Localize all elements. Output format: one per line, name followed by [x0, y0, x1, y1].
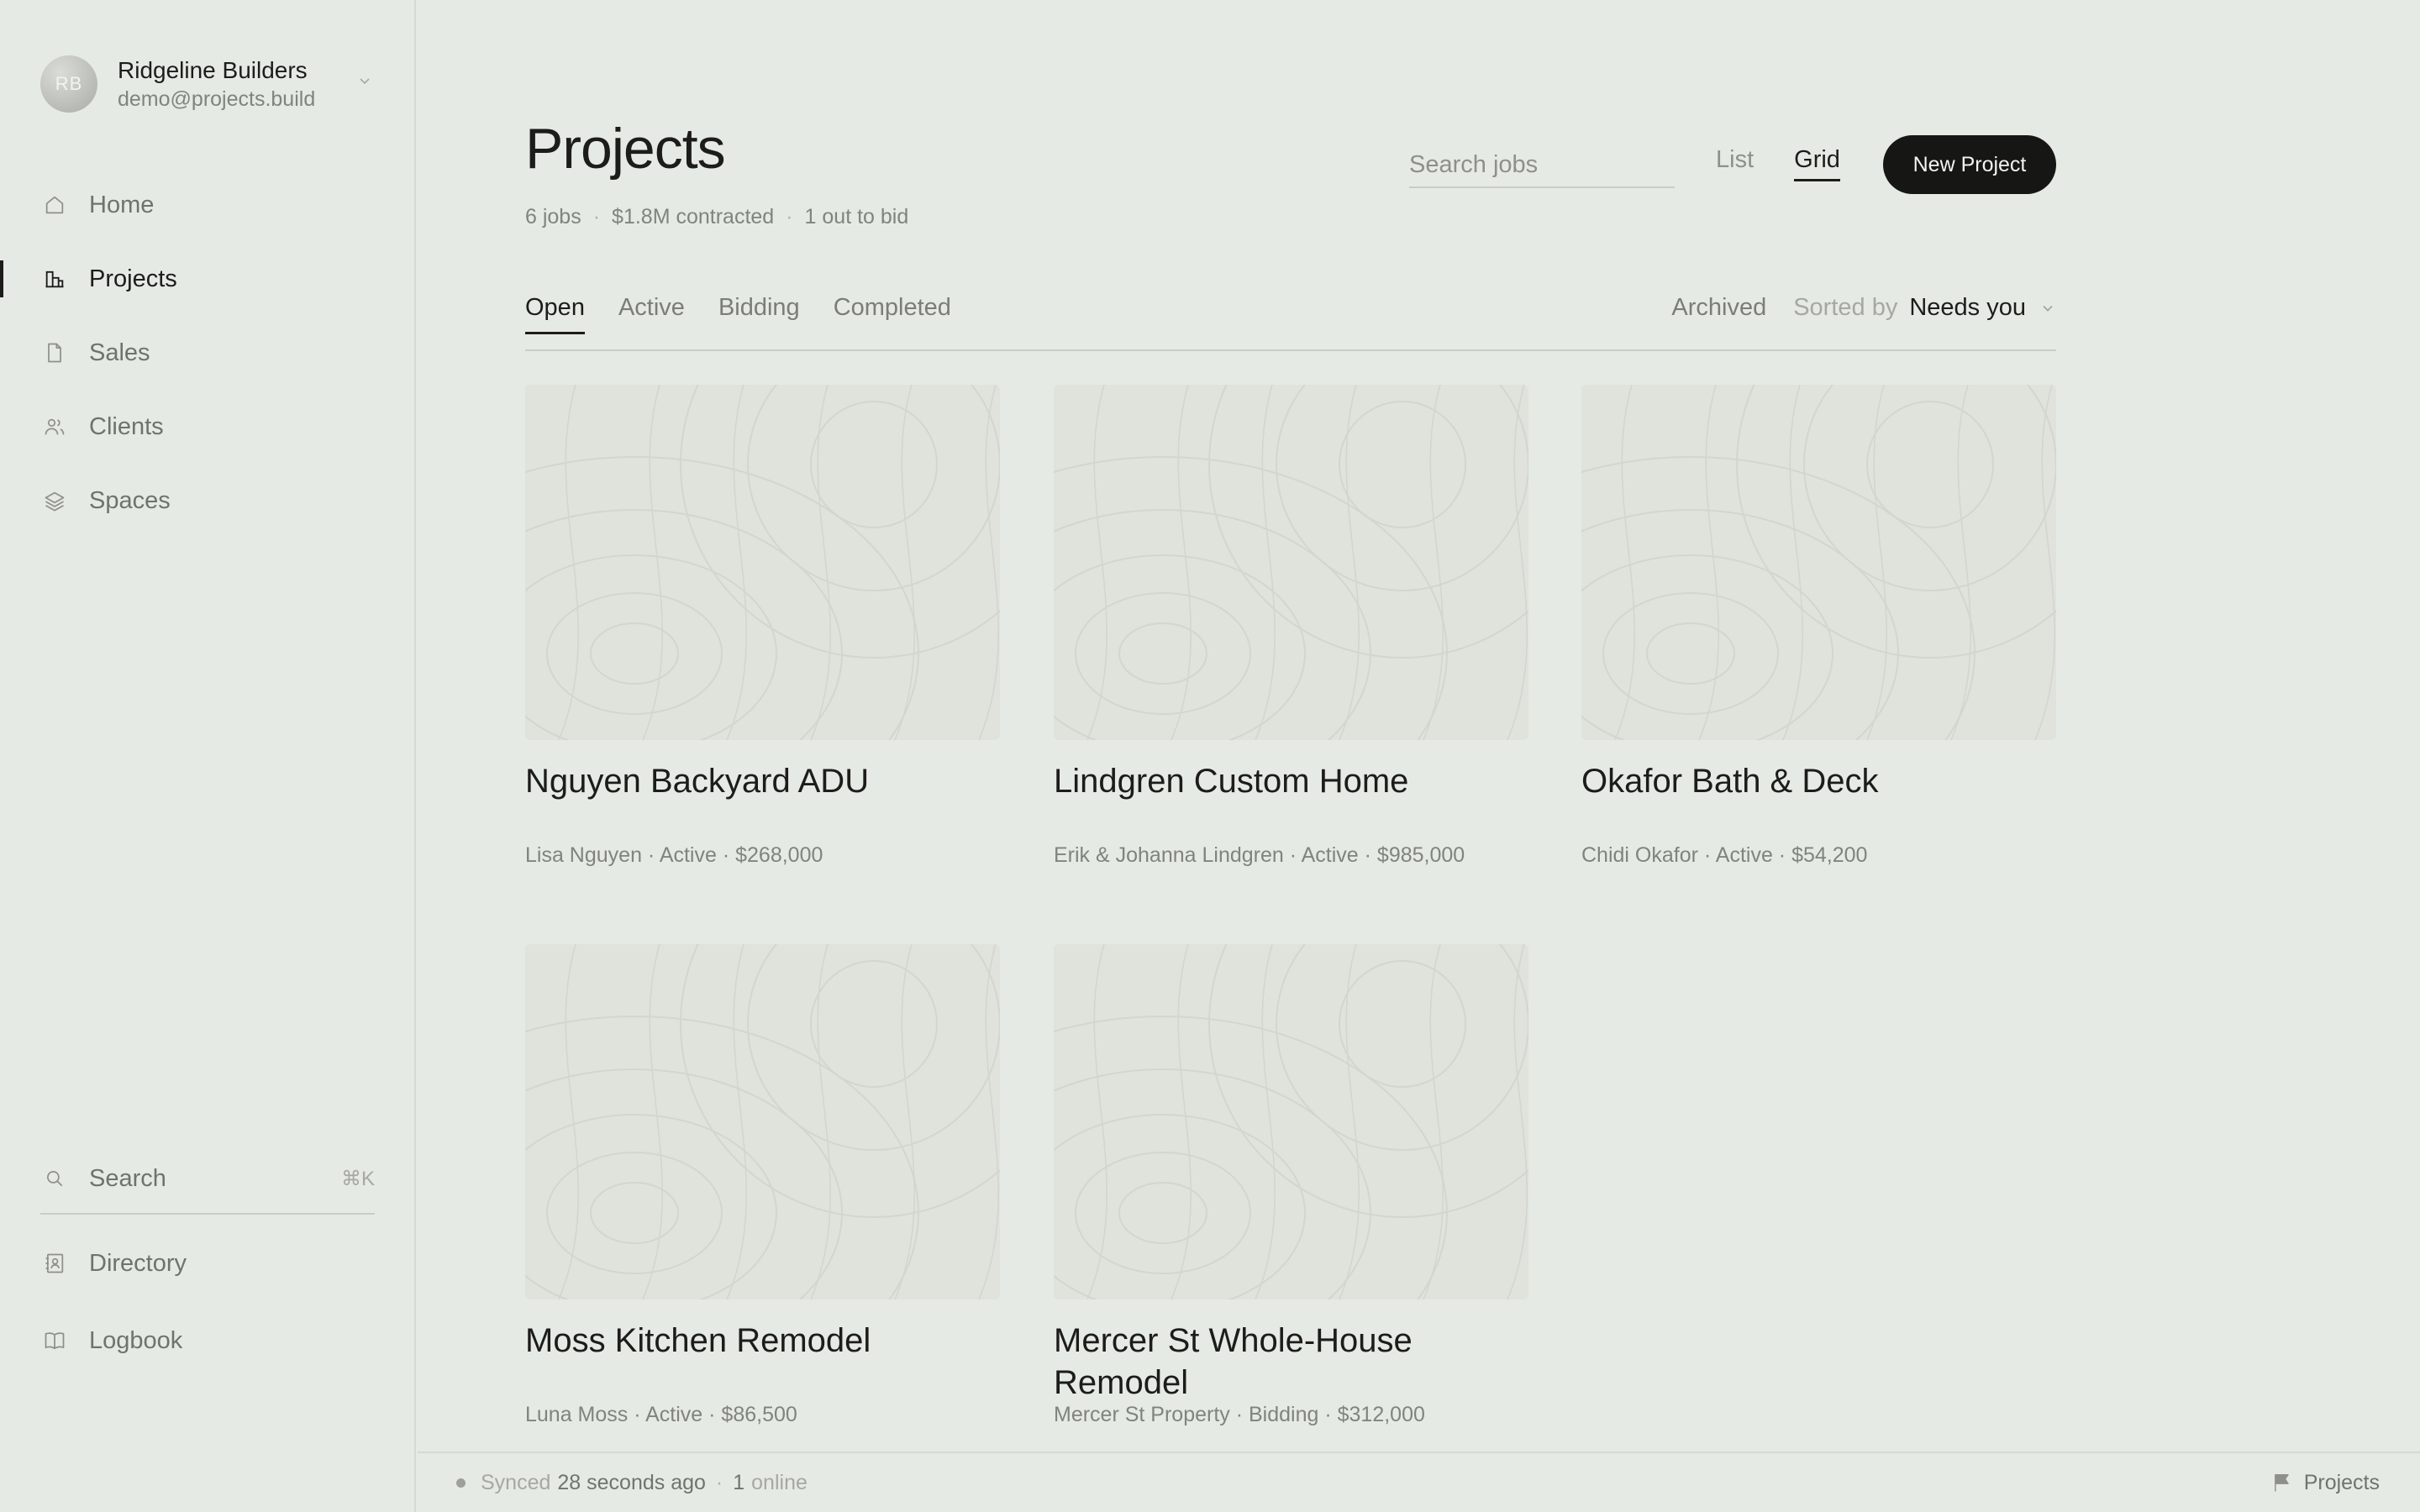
status-context[interactable]: Projects	[2270, 1471, 2380, 1495]
separator: ·	[786, 205, 793, 228]
home-icon	[42, 192, 67, 218]
account-info: Ridgeline Builders demo@projects.build	[118, 55, 315, 113]
account-email: demo@projects.build	[118, 87, 316, 111]
sidebar-item-projects[interactable]: Projects	[0, 242, 416, 316]
sidebar-item-label: Logbook	[89, 1326, 183, 1354]
sync-status-dot	[456, 1478, 466, 1488]
project-title: Okafor Bath & Deck	[1581, 763, 1879, 800]
project-meta: Erik & Johanna Lindgren · Active · $985,…	[1054, 843, 1465, 867]
summary-bid: 1 out to bid	[804, 205, 909, 228]
status-context-label: Projects	[2303, 1470, 2380, 1494]
project-title: Lindgren Custom Home	[1054, 763, 1409, 800]
tab-active[interactable]: Active	[618, 294, 685, 334]
contour-pattern	[525, 944, 1000, 1299]
sidebar-item-label: Clients	[89, 412, 164, 440]
page-title: Projects	[525, 117, 726, 181]
contour-pattern	[525, 385, 1000, 740]
archived-link[interactable]: Archived	[1671, 294, 1766, 322]
sidebar-item-home[interactable]: Home	[0, 168, 416, 242]
sidebar-search[interactable]: Search ⌘K	[40, 1144, 375, 1215]
separator: ·	[592, 205, 601, 228]
project-meta: Chidi Okafor · Active · $54,200	[1581, 843, 1868, 867]
sidebar-item-label: Spaces	[89, 486, 171, 514]
project-thumbnail	[1581, 385, 2056, 740]
project-thumbnail	[1054, 385, 1528, 740]
flag-icon	[2270, 1471, 2294, 1494]
tab-open[interactable]: Open	[525, 294, 585, 334]
main-content: Projects 6 jobs · $1.8M contracted · 1 o…	[418, 0, 2420, 1452]
search-icon	[42, 1166, 67, 1191]
online-label: online	[751, 1470, 808, 1494]
project-meta: Luna Moss · Active · $86,500	[525, 1403, 797, 1426]
separator: ·	[715, 1470, 723, 1494]
project-thumbnail	[525, 944, 1000, 1299]
sort-controls: Archived Sorted by Needs you	[1671, 294, 2056, 322]
view-list[interactable]: List	[1716, 146, 1754, 181]
project-thumbnail	[525, 385, 1000, 740]
people-icon	[42, 414, 67, 439]
project-card[interactable]: Moss Kitchen Remodel Luna Moss · Active …	[525, 944, 1000, 1426]
project-title: Mercer St Whole-House Remodel	[1054, 1322, 1413, 1401]
sort-value: Needs you	[1909, 294, 2026, 321]
sidebar: RB Ridgeline Builders demo@projects.buil…	[0, 0, 416, 1512]
project-title: Nguyen Backyard ADU	[525, 763, 870, 800]
search-shortcut: ⌘K	[340, 1167, 375, 1190]
sorted-by-label: Sorted by	[1793, 294, 1898, 321]
sidebar-item-directory[interactable]: Directory	[0, 1225, 416, 1302]
contour-pattern	[1054, 385, 1528, 740]
contour-pattern	[1054, 944, 1528, 1299]
main-nav: Home Projects Sales Clients Spaces	[0, 168, 416, 538]
layers-icon	[42, 488, 67, 513]
project-meta: Lisa Nguyen · Active · $268,000	[525, 843, 823, 867]
view-grid[interactable]: Grid	[1794, 146, 1840, 181]
sort-dropdown[interactable]: Needs you	[1909, 294, 2056, 322]
projects-icon	[42, 266, 67, 291]
sidebar-item-label: Home	[89, 191, 155, 218]
search-jobs-field[interactable]	[1409, 143, 1675, 188]
sidebar-item-logbook[interactable]: Logbook	[0, 1302, 416, 1379]
chevron-down-icon	[2039, 300, 2056, 317]
sidebar-item-spaces[interactable]: Spaces	[0, 464, 416, 538]
project-summary: 6 jobs · $1.8M contracted · 1 out to bid	[525, 205, 908, 229]
summary-contracted: $1.8M contracted	[612, 205, 775, 228]
tab-completed[interactable]: Completed	[834, 294, 951, 334]
sidebar-item-label: Projects	[89, 265, 177, 292]
tab-bidding[interactable]: Bidding	[718, 294, 800, 334]
project-card[interactable]: Okafor Bath & Deck Chidi Okafor · Active…	[1581, 385, 2056, 867]
chevron-down-icon[interactable]	[353, 69, 376, 92]
document-icon	[42, 340, 67, 365]
account-name: Ridgeline Builders	[118, 57, 308, 83]
search-jobs-input[interactable]	[1409, 150, 1675, 179]
project-card[interactable]: Mercer St Whole-House Remodel Mercer St …	[1054, 944, 1528, 1426]
project-card[interactable]: Nguyen Backyard ADU Lisa Nguyen · Active…	[525, 385, 1000, 867]
online-count: 1	[733, 1470, 745, 1494]
secondary-nav: Directory Logbook	[0, 1225, 416, 1379]
status-bar: Synced 28 seconds ago · 1 online Project…	[418, 1452, 2420, 1512]
view-toggle: List Grid	[1716, 146, 1881, 181]
avatar: RB	[40, 55, 97, 113]
contour-pattern	[1581, 385, 2056, 740]
project-meta: Mercer St Property · Bidding · $312,000	[1054, 1403, 1425, 1426]
sidebar-search-label: Search	[89, 1164, 166, 1192]
sidebar-item-sales[interactable]: Sales	[0, 316, 416, 390]
new-project-button[interactable]: New Project	[1883, 135, 2056, 194]
account-switcher[interactable]: RB Ridgeline Builders demo@projects.buil…	[40, 50, 376, 118]
sidebar-item-label: Directory	[89, 1249, 187, 1277]
sidebar-item-clients[interactable]: Clients	[0, 390, 416, 464]
book-icon	[42, 1328, 67, 1353]
synced-label: Synced	[481, 1470, 551, 1494]
contact-book-icon	[42, 1251, 67, 1276]
sidebar-item-label: Sales	[89, 339, 150, 366]
synced-time: 28 seconds ago	[557, 1470, 706, 1494]
project-card[interactable]: Lindgren Custom Home Erik & Johanna Lind…	[1054, 385, 1528, 867]
status-tabs: Open Active Bidding Completed	[525, 294, 985, 334]
project-title: Moss Kitchen Remodel	[525, 1322, 871, 1359]
filter-bar: Open Active Bidding Completed Archived S…	[525, 286, 2056, 351]
summary-jobs: 6 jobs	[525, 205, 581, 228]
project-thumbnail	[1054, 944, 1528, 1299]
